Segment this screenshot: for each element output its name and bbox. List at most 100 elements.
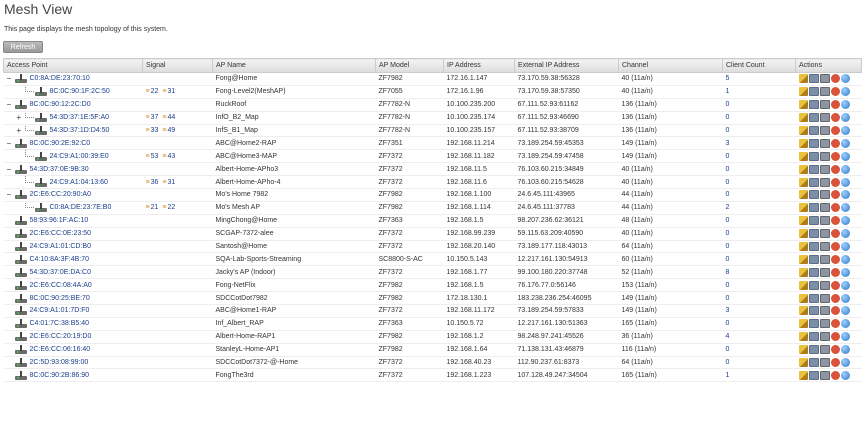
monitor-icon[interactable] bbox=[808, 306, 819, 316]
monitor-icon[interactable] bbox=[808, 370, 819, 380]
edit-pencil-icon[interactable] bbox=[798, 332, 808, 342]
edit-pencil-icon[interactable] bbox=[798, 242, 808, 252]
edit-pencil-icon[interactable] bbox=[798, 345, 808, 355]
globe-icon[interactable] bbox=[840, 203, 850, 213]
restart-icon[interactable] bbox=[830, 151, 840, 161]
clients-icon[interactable] bbox=[819, 203, 830, 213]
globe-icon[interactable] bbox=[840, 370, 850, 380]
cell-client-count[interactable]: 0 bbox=[722, 188, 796, 202]
edit-pencil-icon[interactable] bbox=[798, 216, 808, 226]
monitor-icon[interactable] bbox=[808, 319, 819, 329]
ap-mac-link[interactable]: 24:C9:A1:04:13:60 bbox=[50, 179, 108, 186]
globe-icon[interactable] bbox=[840, 358, 850, 368]
cell-client-count[interactable]: 1 bbox=[722, 85, 796, 99]
monitor-icon[interactable] bbox=[808, 254, 819, 264]
globe-icon[interactable] bbox=[840, 254, 850, 264]
monitor-icon[interactable] bbox=[808, 113, 819, 123]
ap-mac-link[interactable]: 2C:E6:CC:08:4A:A0 bbox=[30, 282, 92, 289]
cell-client-count[interactable]: 0 bbox=[722, 342, 796, 357]
globe-icon[interactable] bbox=[840, 100, 850, 110]
globe-icon[interactable] bbox=[840, 229, 850, 239]
ap-mac-link[interactable]: 8C:0C:90:2B:86:90 bbox=[30, 372, 90, 379]
expand-toggle[interactable]: + bbox=[17, 126, 25, 135]
cell-client-count[interactable]: 0 bbox=[722, 175, 796, 190]
edit-pencil-icon[interactable] bbox=[798, 151, 808, 161]
ap-mac-link[interactable]: 54:3D:37:1D:D4:50 bbox=[50, 127, 110, 134]
ap-mac-link[interactable]: 24:C9:A1:01:CD:B0 bbox=[30, 243, 91, 250]
col-client-count[interactable]: Client Count bbox=[722, 58, 796, 73]
globe-icon[interactable] bbox=[840, 267, 850, 277]
restart-icon[interactable] bbox=[830, 267, 840, 277]
restart-icon[interactable] bbox=[830, 74, 840, 84]
expand-toggle[interactable]: + bbox=[17, 113, 25, 122]
edit-pencil-icon[interactable] bbox=[798, 87, 808, 97]
clients-icon[interactable] bbox=[819, 164, 830, 174]
cell-client-count[interactable]: 0 bbox=[722, 316, 796, 331]
edit-pencil-icon[interactable] bbox=[798, 280, 808, 290]
clients-icon[interactable] bbox=[819, 319, 830, 329]
restart-icon[interactable] bbox=[830, 370, 840, 380]
edit-pencil-icon[interactable] bbox=[798, 138, 808, 148]
monitor-icon[interactable] bbox=[808, 358, 819, 368]
restart-icon[interactable] bbox=[830, 138, 840, 148]
globe-icon[interactable] bbox=[840, 113, 850, 123]
ap-mac-link[interactable]: 8C:0C:90:1F:2C:50 bbox=[50, 88, 110, 95]
edit-pencil-icon[interactable] bbox=[798, 370, 808, 380]
clients-icon[interactable] bbox=[819, 254, 830, 264]
cell-client-count[interactable]: 0 bbox=[722, 291, 796, 306]
clients-icon[interactable] bbox=[819, 74, 830, 84]
monitor-icon[interactable] bbox=[808, 164, 819, 174]
clients-icon[interactable] bbox=[819, 216, 830, 226]
ap-mac-link[interactable]: 54:3D:37:0E:DA:C0 bbox=[30, 269, 91, 276]
clients-icon[interactable] bbox=[819, 113, 830, 123]
restart-icon[interactable] bbox=[830, 293, 840, 303]
restart-icon[interactable] bbox=[830, 319, 840, 329]
cell-client-count[interactable]: 0 bbox=[722, 239, 796, 254]
cell-client-count[interactable]: 0 bbox=[722, 162, 796, 177]
globe-icon[interactable] bbox=[840, 319, 850, 329]
globe-icon[interactable] bbox=[840, 242, 850, 252]
monitor-icon[interactable] bbox=[808, 87, 819, 97]
globe-icon[interactable] bbox=[840, 164, 850, 174]
restart-icon[interactable] bbox=[830, 190, 840, 200]
clients-icon[interactable] bbox=[819, 306, 830, 316]
globe-icon[interactable] bbox=[840, 177, 850, 187]
ap-mac-link[interactable]: 8C:0C:90:12:2C:D0 bbox=[30, 101, 91, 108]
cell-client-count[interactable]: 1 bbox=[722, 368, 796, 383]
ap-mac-link[interactable]: 8C:0C:90:25:BE:70 bbox=[30, 295, 90, 302]
clients-icon[interactable] bbox=[819, 229, 830, 239]
monitor-icon[interactable] bbox=[808, 138, 819, 148]
cell-client-count[interactable]: 3 bbox=[722, 304, 796, 318]
cell-client-count[interactable]: 0 bbox=[722, 124, 796, 138]
monitor-icon[interactable] bbox=[808, 216, 819, 226]
monitor-icon[interactable] bbox=[808, 177, 819, 187]
edit-pencil-icon[interactable] bbox=[798, 358, 808, 368]
globe-icon[interactable] bbox=[840, 293, 850, 303]
ap-mac-link[interactable]: C4:10:8A:3F:4B:70 bbox=[30, 256, 90, 263]
edit-pencil-icon[interactable] bbox=[798, 254, 808, 264]
edit-pencil-icon[interactable] bbox=[798, 306, 808, 316]
globe-icon[interactable] bbox=[840, 74, 850, 84]
restart-icon[interactable] bbox=[830, 177, 840, 187]
clients-icon[interactable] bbox=[819, 332, 830, 342]
ap-mac-link[interactable]: 54:3D:37:1E:5F:A0 bbox=[50, 114, 110, 121]
ap-mac-link[interactable]: C0:8A:DE:23:7E:B0 bbox=[50, 204, 112, 211]
col-ip-address[interactable]: IP Address bbox=[443, 58, 515, 73]
restart-icon[interactable] bbox=[830, 126, 840, 135]
restart-icon[interactable] bbox=[830, 280, 840, 290]
cell-client-count[interactable]: 5 bbox=[722, 72, 796, 86]
edit-pencil-icon[interactable] bbox=[798, 164, 808, 174]
restart-icon[interactable] bbox=[830, 203, 840, 213]
col-ap-name[interactable]: AP Name bbox=[212, 58, 376, 73]
edit-pencil-icon[interactable] bbox=[798, 203, 808, 213]
monitor-icon[interactable] bbox=[808, 229, 819, 239]
col-ap-model[interactable]: AP Model bbox=[375, 58, 444, 73]
monitor-icon[interactable] bbox=[808, 151, 819, 161]
restart-icon[interactable] bbox=[830, 358, 840, 368]
expand-toggle[interactable]: − bbox=[7, 74, 15, 83]
ap-mac-link[interactable]: 24:C9:A1:01:7D:F0 bbox=[30, 307, 90, 314]
restart-icon[interactable] bbox=[830, 113, 840, 123]
monitor-icon[interactable] bbox=[808, 267, 819, 277]
globe-icon[interactable] bbox=[840, 151, 850, 161]
edit-pencil-icon[interactable] bbox=[798, 100, 808, 110]
